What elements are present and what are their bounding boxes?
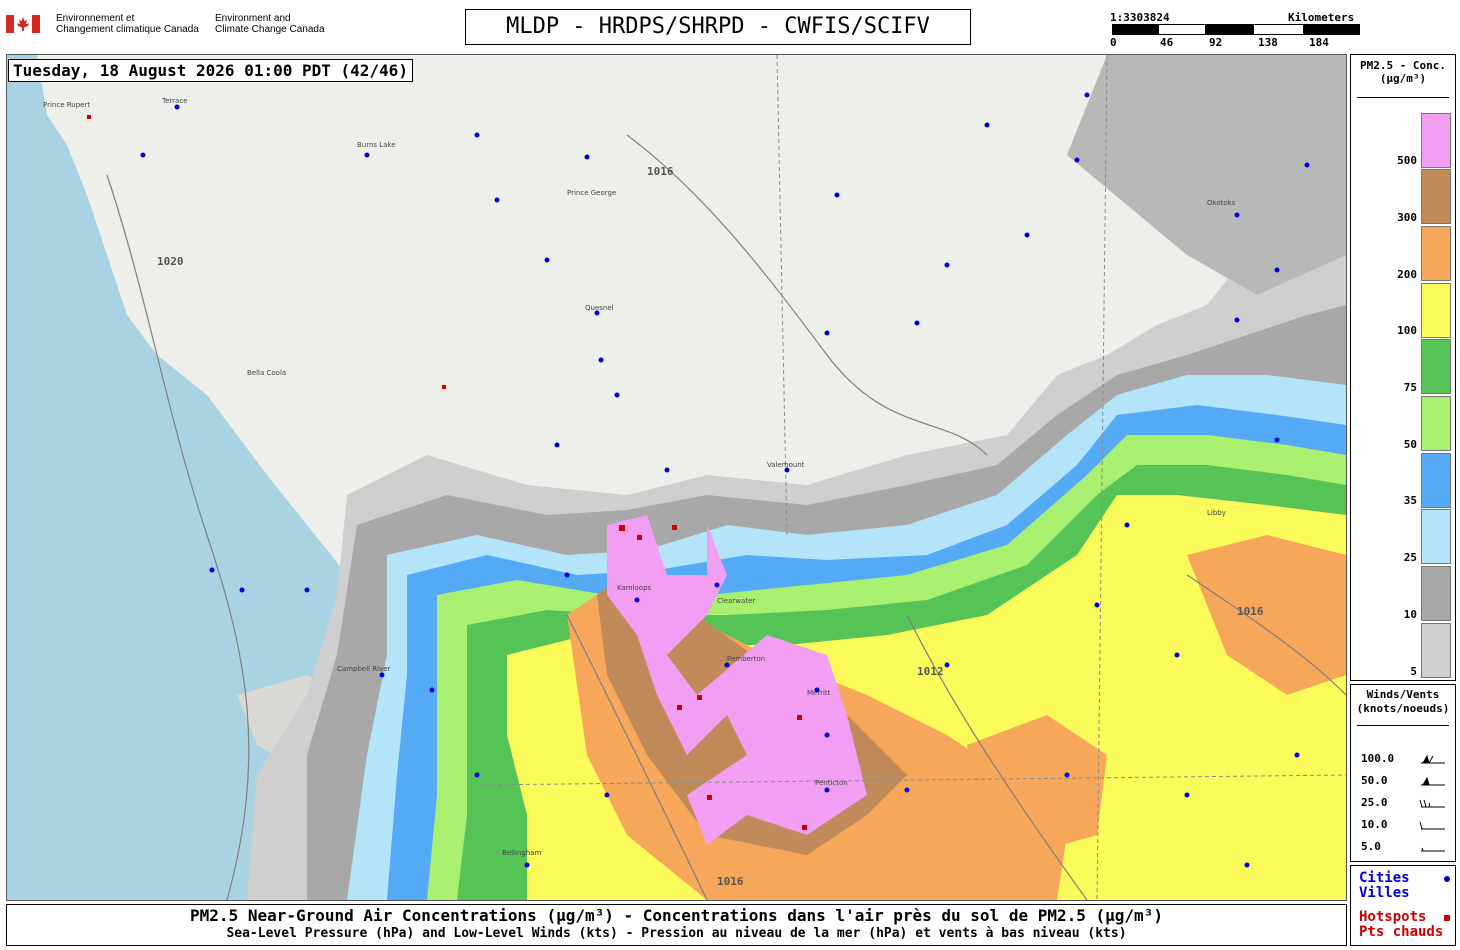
legend-title-line1: PM2.5 - Conc. — [1359, 59, 1447, 72]
isobar-label: 1016 — [1237, 605, 1264, 618]
legend-label-10: 10 — [1403, 608, 1417, 621]
scale-bar — [1112, 24, 1360, 35]
legend-label-25: 25 — [1403, 551, 1417, 564]
hotspots-label-fr: Pts chauds — [1359, 924, 1444, 940]
legend-swatch-35 — [1421, 453, 1451, 508]
scale-tick: 46 — [1160, 36, 1174, 49]
scale-unit: Kilometers — [1288, 11, 1355, 24]
wind-barb-icon — [1421, 847, 1445, 852]
legend-label-35: 35 — [1403, 494, 1417, 507]
legend-label-200: 200 — [1397, 268, 1417, 281]
isobar-label: 1016 — [717, 875, 744, 888]
agency-en-line2: Climate Change Canada — [215, 24, 325, 35]
cities-label-fr: Villes — [1359, 885, 1410, 901]
scale-tick: 184 — [1309, 36, 1329, 49]
place-label: Prince George — [567, 189, 616, 197]
smoke-forecast-map[interactable]: 1016 1020 1012 1016 1016 Prince Rupert T… — [6, 54, 1347, 901]
map-canvas: 1016 1020 1012 1016 1016 Prince Rupert T… — [7, 55, 1346, 900]
winds-title-line2: (knots/noeuds) — [1356, 702, 1450, 715]
hotspots-label-en: Hotspots — [1359, 909, 1427, 925]
agency-name-en: Environment and Climate Change Canada — [215, 13, 325, 35]
wind-barb-icon — [1419, 799, 1445, 808]
legend-swatch-75 — [1421, 339, 1451, 394]
wind-barb-icon — [1419, 821, 1445, 830]
isobar-label: 1016 — [647, 165, 674, 178]
legend-label-75: 75 — [1403, 381, 1417, 394]
legend-label-500: 500 — [1397, 154, 1417, 167]
place-label: Merritt — [807, 689, 831, 697]
wind-speed-label: 100.0 — [1361, 752, 1395, 765]
hotspot-marker-icon — [1444, 915, 1450, 921]
pm25-legend: PM2.5 - Conc. (µg/m³) 500 300 200 100 75… — [1350, 54, 1456, 681]
legend-label-5: 5 — [1410, 665, 1417, 678]
legend-swatch-50 — [1421, 396, 1451, 451]
legend-swatch-5 — [1421, 623, 1451, 678]
wind-speed-label: 5.0 — [1361, 840, 1381, 853]
wind-speed-label: 10.0 — [1361, 818, 1388, 831]
agency-fr-line1: Environnement et — [56, 13, 135, 24]
place-label: Valemount — [767, 461, 805, 469]
legend-swatch-100 — [1421, 283, 1451, 338]
wind-speed-label: 25.0 — [1361, 796, 1388, 809]
wind-barb-icon — [1421, 754, 1445, 764]
wind-barb-icon — [1421, 776, 1445, 786]
isobar-label: 1020 — [157, 255, 184, 268]
place-label: Burns Lake — [357, 141, 396, 149]
legend-swatch-10 — [1421, 566, 1451, 621]
place-label: Campbell River — [337, 665, 391, 673]
legend-label-50: 50 — [1403, 438, 1417, 451]
scale-tick: 138 — [1258, 36, 1278, 49]
scale-tick: 0 — [1110, 36, 1117, 49]
place-label: Pemberton — [727, 655, 765, 663]
legend-swatch-25 — [1421, 509, 1451, 564]
forecast-timestamp: Tuesday, 18 August 2026 01:00 PDT (42/46… — [8, 59, 413, 82]
cities-label-en: Cities — [1359, 870, 1410, 886]
legend-swatch-300 — [1421, 169, 1451, 224]
legend-swatch-500 — [1421, 113, 1451, 168]
place-label: Bellingham — [502, 849, 542, 857]
caption-line1: PM2.5 Near-Ground Air Concentrations (µg… — [190, 906, 1163, 925]
place-label: Penticton — [815, 779, 848, 787]
caption-line2: Sea-Level Pressure (hPa) and Low-Level W… — [226, 926, 1127, 941]
scale-ratio: 1:3303824 — [1110, 11, 1170, 24]
place-label: Terrace — [161, 97, 187, 105]
wind-speed-label: 50.0 — [1361, 774, 1388, 787]
winds-title: Winds/Vents (knots/noeuds) — [1351, 688, 1455, 716]
place-label: Okotoks — [1207, 199, 1236, 207]
place-label: Kamloops — [617, 584, 652, 592]
canada-flag-icon — [6, 15, 40, 33]
winds-legend: Winds/Vents (knots/noeuds) 100.0 50.0 25… — [1350, 684, 1456, 862]
map-title: MLDP - HRDPS/SHRPD - CWFIS/SCIFV — [465, 9, 971, 45]
place-label: Quesnel — [585, 304, 614, 312]
legend-swatch-200 — [1421, 226, 1451, 281]
agency-fr-line2: Changement climatique Canada — [56, 24, 199, 35]
agency-en-line1: Environment and — [215, 13, 291, 24]
legend-label-100: 100 — [1397, 324, 1417, 337]
places-legend: Cities Villes Hotspots Pts chauds — [1350, 865, 1456, 946]
agency-name-fr: Environnement et Changement climatique C… — [56, 13, 199, 35]
place-label: Prince Rupert — [43, 101, 90, 109]
legend-title: PM2.5 - Conc. (µg/m³) — [1351, 59, 1455, 85]
scale-tick: 92 — [1209, 36, 1223, 49]
winds-title-line1: Winds/Vents — [1366, 688, 1440, 701]
map-caption: PM2.5 Near-Ground Air Concentrations (µg… — [6, 904, 1347, 946]
legend-label-300: 300 — [1397, 211, 1417, 224]
place-label: Libby — [1207, 509, 1226, 517]
city-marker-icon — [1444, 876, 1450, 882]
isobar-label: 1012 — [917, 665, 944, 678]
place-label: Bella Coola — [247, 369, 286, 377]
place-label: Clearwater — [717, 597, 755, 605]
legend-title-line2: (µg/m³) — [1379, 72, 1427, 85]
